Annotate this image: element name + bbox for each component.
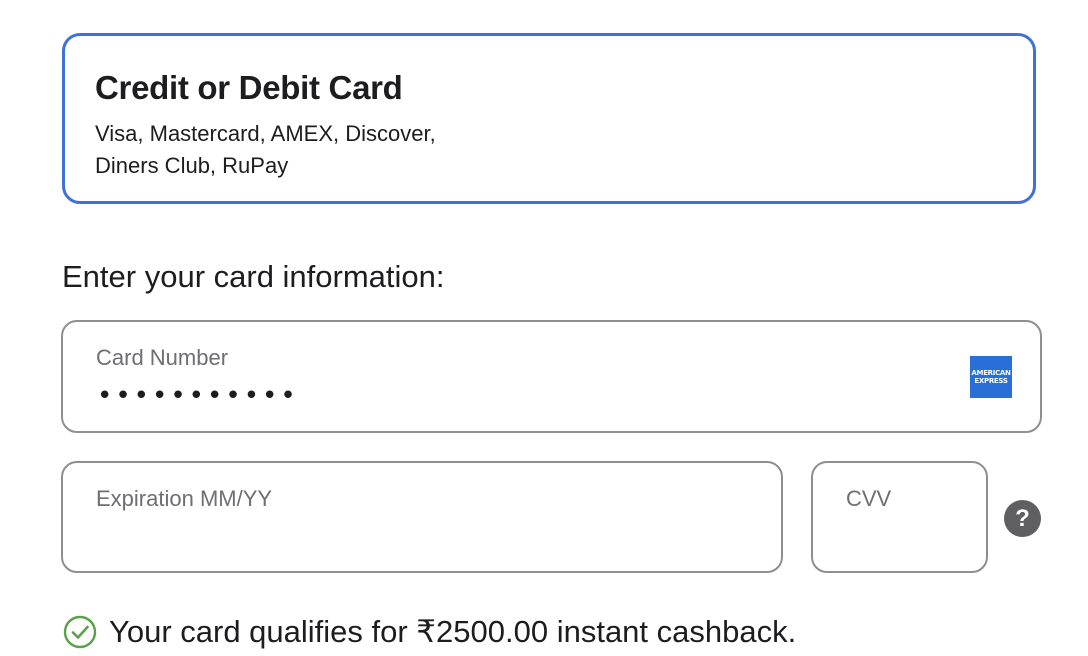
cvv-field[interactable]: CVV [811,461,988,573]
amex-logo-text-line2: EXPRESS [974,377,1008,385]
payment-method-description: Visa, Mastercard, AMEX, Discover, Diners… [95,121,436,178]
amex-logo-text-line1: AMERICAN [971,369,1011,377]
cvv-help-icon[interactable]: ? [1004,500,1041,537]
cashback-notice: Your card qualifies for ₹2500.00 instant… [63,612,796,652]
cashback-message: Your card qualifies for ₹2500.00 instant… [109,614,797,649]
credit-debit-card-option[interactable]: Credit or Debit Card Visa, Mastercard, A… [62,33,1036,204]
amex-logo-icon: AMERICAN EXPRESS [970,356,1012,398]
card-info-heading: Enter your card information: [62,259,445,294]
card-number-label: Card Number [96,345,229,370]
cvv-label: CVV [846,486,892,511]
card-number-field[interactable]: Card Number ••••••••••• AMERICAN EXPRESS [61,320,1042,433]
payment-page: Credit or Debit Card Visa, Mastercard, A… [0,0,1088,656]
expiration-field[interactable]: Expiration MM/YY [61,461,783,573]
expiration-label: Expiration MM/YY [96,486,273,511]
payment-method-title: Credit or Debit Card [95,69,403,106]
check-circle-icon [63,615,97,649]
card-number-input[interactable]: ••••••••••• [97,383,697,409]
